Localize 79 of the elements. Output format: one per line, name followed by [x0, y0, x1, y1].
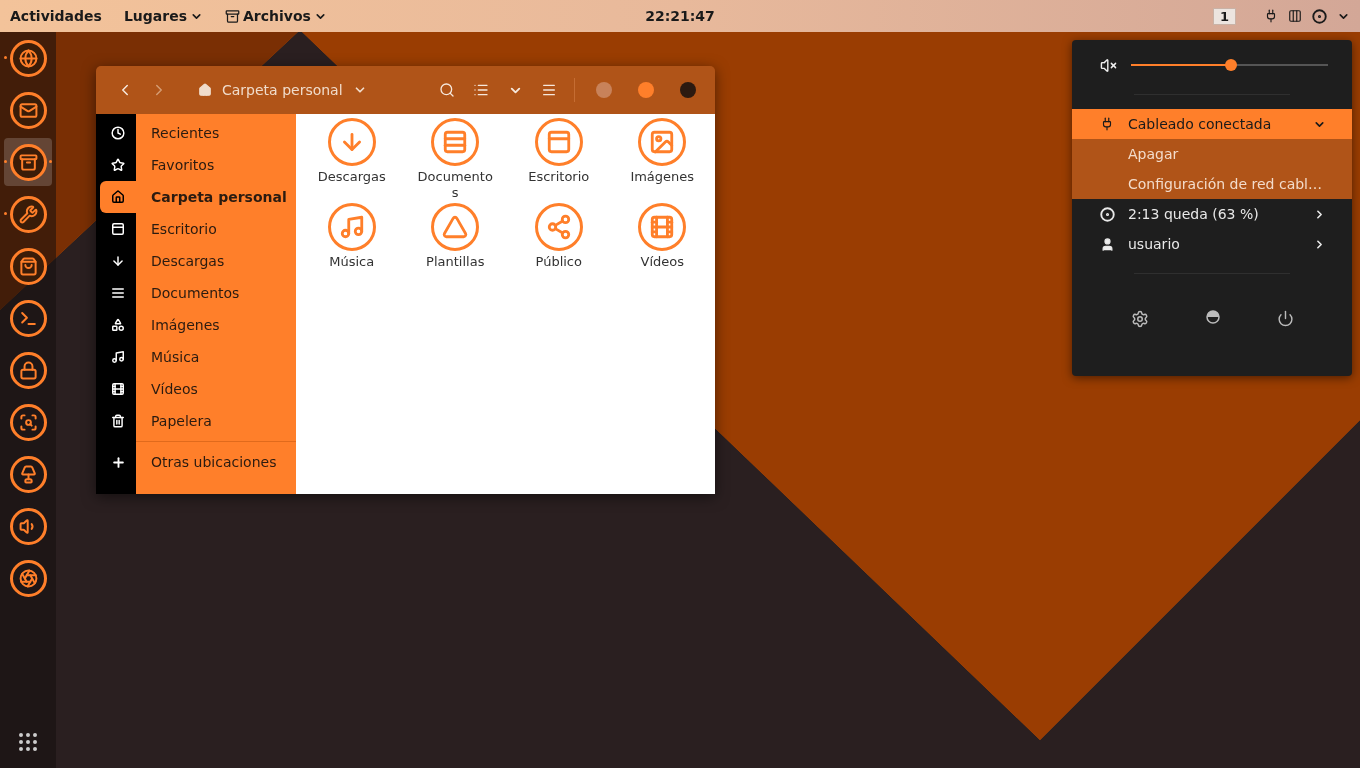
desktop-icon: [111, 222, 125, 236]
terminal-icon: [9, 299, 47, 337]
folder-label[interactable]: Descargas: [311, 169, 392, 185]
sidebar-item[interactable]: Documentos: [96, 277, 296, 309]
app-grid-icon[interactable]: [16, 730, 40, 754]
half-circle-icon: [1205, 310, 1220, 324]
sidebar-item[interactable]: Otras ubicaciones: [96, 446, 296, 478]
download-icon: [111, 254, 125, 268]
music-folder-icon[interactable]: [327, 203, 376, 251]
folder-label[interactable]: Música: [311, 254, 392, 270]
sidebar-item[interactable]: Descargas: [96, 245, 296, 277]
desktop-folder-icon[interactable]: [534, 118, 583, 166]
film-folder-icon[interactable]: [638, 203, 687, 251]
sidebar-item[interactable]: Imágenes: [96, 309, 296, 341]
magnifier-icon: [9, 403, 47, 441]
sidebar-item[interactable]: Vídeos: [96, 373, 296, 405]
lock-icon: [9, 351, 47, 389]
settings-button[interactable]: [1130, 310, 1149, 328]
battery-circle-icon: [1100, 206, 1115, 222]
menu-item[interactable]: Cableado conectada: [1072, 109, 1352, 139]
music-icon: [111, 350, 125, 364]
power-button[interactable]: [1276, 310, 1294, 328]
top-bar-menu[interactable]: Archivos: [224, 8, 327, 24]
running-dot: [4, 212, 7, 215]
folder-label[interactable]: Documentos: [415, 169, 496, 201]
sidebar-item[interactable]: Papelera: [96, 405, 296, 437]
speaker-icon: [9, 507, 47, 545]
clock[interactable]: 22:21:47: [645, 8, 715, 24]
lamp-icon: [9, 455, 47, 493]
dock-app[interactable]: [4, 138, 52, 186]
running-dot: [4, 160, 7, 163]
cabinet-icon: [224, 8, 240, 24]
sidebar-item[interactable]: Carpeta personal: [96, 181, 296, 213]
sidebar-item[interactable]: Recientes: [96, 117, 296, 149]
shapes-icon: [111, 318, 125, 332]
film-icon: [111, 382, 125, 396]
folder-label[interactable]: Público: [518, 254, 599, 270]
sidebar-item[interactable]: Escritorio: [96, 213, 296, 245]
menu-item[interactable]: usuario: [1072, 229, 1352, 259]
bars-icon[interactable]: [1288, 9, 1302, 23]
menu-item[interactable]: 2:13 queda (63 %): [1072, 199, 1352, 229]
list-icon: [473, 82, 489, 98]
plus-icon: [110, 454, 126, 470]
sidebar-item[interactable]: Favoritos: [96, 149, 296, 181]
aperture-icon: [9, 559, 47, 597]
submenu-item[interactable]: Configuración de red cabl…: [1072, 169, 1352, 199]
location-button[interactable]: Carpeta personal: [198, 82, 367, 98]
folder-label[interactable]: Vídeos: [622, 254, 703, 270]
wired-network-icon[interactable]: [1264, 9, 1278, 23]
close-button[interactable]: [680, 82, 696, 98]
focus-dot: [49, 160, 52, 163]
clock-icon: [111, 126, 125, 140]
user-icon: [1100, 236, 1115, 252]
top-bar-menu[interactable]: Lugares: [123, 8, 203, 24]
share-folder-icon[interactable]: [534, 203, 583, 251]
battery-circle-icon[interactable]: [1312, 8, 1327, 24]
home-icon: [111, 190, 125, 204]
folder-label[interactable]: Imágenes: [622, 169, 703, 185]
search-icon: [439, 82, 455, 98]
star-icon: [111, 158, 125, 172]
pictures-folder-icon[interactable]: [638, 118, 687, 166]
settings-icon: [1130, 310, 1149, 328]
workspace-indicator[interactable]: 1: [1212, 7, 1236, 25]
lines-icon: [111, 286, 125, 300]
documents-folder-icon[interactable]: [431, 118, 480, 166]
folder-label[interactable]: Escritorio: [518, 169, 599, 185]
home-icon: [198, 83, 212, 97]
trash-icon: [111, 414, 125, 428]
download-folder-icon[interactable]: [327, 118, 376, 166]
slider-thumb[interactable]: [1225, 59, 1238, 71]
sidebar-item[interactable]: Música: [96, 341, 296, 373]
muted-speaker-icon[interactable]: [1100, 56, 1117, 74]
running-dot: [4, 56, 7, 59]
wired-network-icon: [1100, 117, 1114, 131]
folder-label[interactable]: Plantillas: [415, 254, 496, 270]
submenu-item[interactable]: Apagar: [1072, 139, 1352, 169]
power-icon: [1276, 310, 1294, 327]
activities-button[interactable]: Actividades: [10, 8, 102, 24]
menu-icon: [541, 82, 557, 98]
